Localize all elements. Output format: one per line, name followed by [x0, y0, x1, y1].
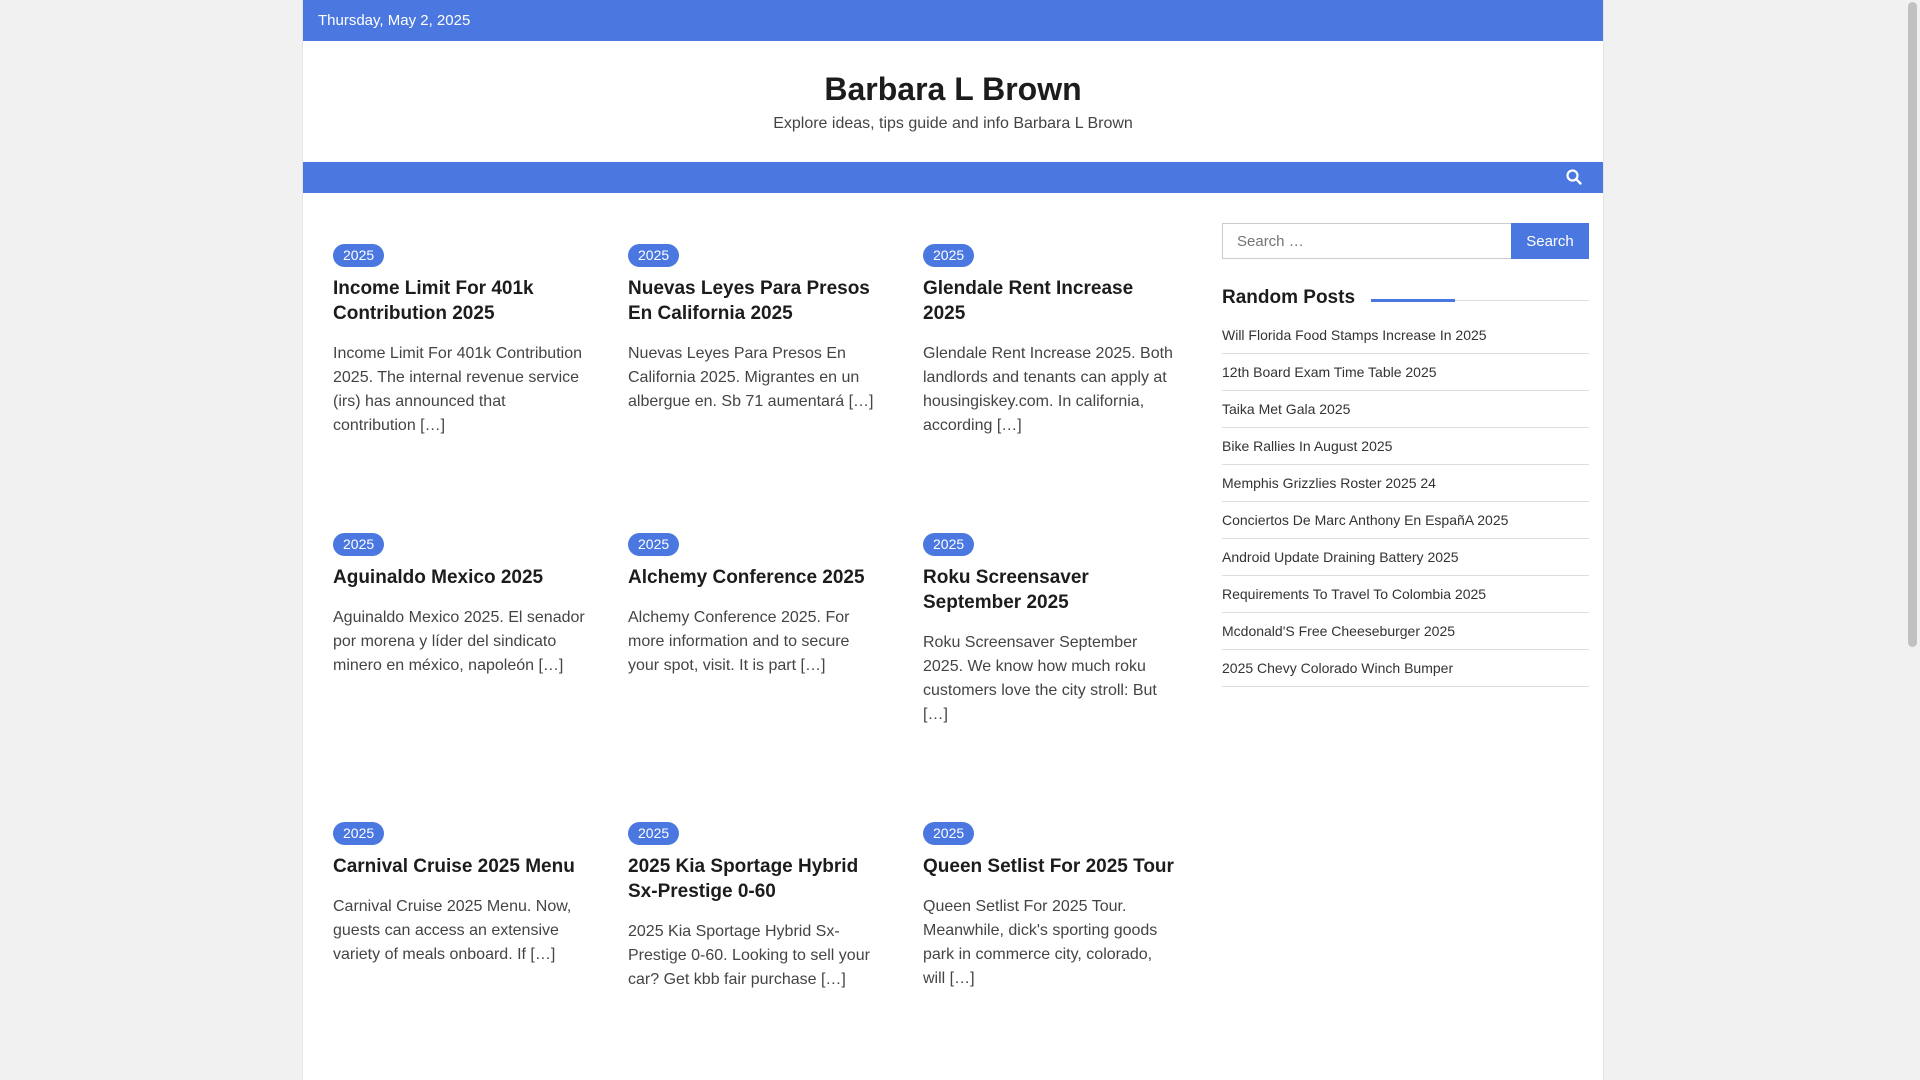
category-badge[interactable]: 2025 — [628, 244, 680, 267]
category-badge[interactable]: 2025 — [923, 822, 975, 845]
post-excerpt: Aguinaldo Mexico 2025. El senador por mo… — [333, 609, 585, 674]
random-post-link[interactable]: Bike Rallies In August 2025 — [1222, 428, 1589, 465]
post-excerpt: Carnival Cruise 2025 Menu. Now, guests c… — [333, 898, 572, 963]
post-title[interactable]: 2025 Kia Sportage Hybrid Sx-Prestige 0-6… — [628, 854, 883, 904]
category-badge[interactable]: 2025 — [628, 533, 680, 556]
post-title[interactable]: Nuevas Leyes Para Presos En California 2… — [628, 276, 883, 326]
random-post-link[interactable]: 2025 Chevy Colorado Winch Bumper — [1222, 650, 1589, 687]
post-title[interactable]: Income Limit For 401k Contribution 2025 — [333, 276, 588, 326]
title-accent-line — [1371, 298, 1456, 302]
site-branding: Barbara L Brown Explore ideas, tips guid… — [303, 41, 1603, 162]
post-card: 2025 2025 Kia Sportage Hybrid Sx-Prestig… — [628, 822, 883, 992]
scrollbar-thumb[interactable] — [1908, 2, 1917, 647]
post-card: 2025 Aguinaldo Mexico 2025 Aguinaldo Mex… — [333, 533, 588, 678]
random-post-link[interactable]: Android Update Draining Battery 2025 — [1222, 539, 1589, 576]
top-bar: Thursday, May 2, 2025 — [303, 0, 1603, 41]
category-badge[interactable]: 2025 — [333, 244, 385, 267]
main-navigation — [303, 162, 1603, 193]
post-card: 2025 Roku Screensaver September 2025 Rok… — [923, 533, 1178, 727]
random-post-link[interactable]: 12th Board Exam Time Table 2025 — [1222, 354, 1589, 391]
random-posts-heading: Random Posts — [1222, 287, 1356, 308]
random-post-link[interactable]: Will Florida Food Stamps Increase In 202… — [1222, 317, 1589, 354]
category-badge[interactable]: 2025 — [333, 822, 385, 845]
sidebar-search-form: Search — [1222, 223, 1589, 259]
post-title[interactable]: Aguinaldo Mexico 2025 — [333, 565, 588, 590]
post-excerpt: Alchemy Conference 2025. For more inform… — [628, 609, 850, 674]
post-excerpt: Nuevas Leyes Para Presos En California 2… — [628, 345, 874, 410]
post-excerpt: 2025 Kia Sportage Hybrid Sx-Prestige 0-6… — [628, 923, 870, 988]
random-post-link[interactable]: Memphis Grizzlies Roster 2025 24 — [1222, 465, 1589, 502]
post-card: 2025 Queen Setlist For 2025 Tour Queen S… — [923, 822, 1178, 991]
post-card: 2025 Carnival Cruise 2025 Menu Carnival … — [333, 822, 588, 967]
post-excerpt: Income Limit For 401k Contribution 2025.… — [333, 345, 582, 434]
post-card: 2025 Alchemy Conference 2025 Alchemy Con… — [628, 533, 883, 678]
post-title[interactable]: Alchemy Conference 2025 — [628, 565, 883, 590]
title-divider — [1455, 299, 1589, 301]
search-button[interactable]: Search — [1511, 223, 1589, 259]
random-post-link[interactable]: Mcdonald'S Free Cheeseburger 2025 — [1222, 613, 1589, 650]
post-title[interactable]: Queen Setlist For 2025 Tour — [923, 854, 1178, 879]
random-post-link[interactable]: Taika Met Gala 2025 — [1222, 391, 1589, 428]
random-posts-widget-title: Random Posts — [1222, 287, 1589, 309]
post-excerpt: Roku Screensaver September 2025. We know… — [923, 634, 1157, 723]
search-icon[interactable] — [1565, 168, 1583, 186]
site-description: Explore ideas, tips guide and info Barba… — [773, 115, 1133, 132]
post-title[interactable]: Glendale Rent Increase 2025 — [923, 276, 1178, 326]
post-card: 2025 Income Limit For 401k Contribution … — [333, 244, 588, 438]
post-excerpt: Queen Setlist For 2025 Tour. Meanwhile, … — [923, 898, 1158, 987]
category-badge[interactable]: 2025 — [923, 244, 975, 267]
category-badge[interactable]: 2025 — [333, 533, 385, 556]
vertical-scrollbar[interactable] — [1905, 0, 1920, 1080]
current-date: Thursday, May 2, 2025 — [318, 12, 471, 29]
random-post-link[interactable]: Conciertos De Marc Anthony En EspañA 202… — [1222, 502, 1589, 539]
category-badge[interactable]: 2025 — [923, 533, 975, 556]
post-excerpt: Glendale Rent Increase 2025. Both landlo… — [923, 345, 1173, 434]
post-card: 2025 Glendale Rent Increase 2025 Glendal… — [923, 244, 1178, 438]
post-card: 2025 Nuevas Leyes Para Presos En Califor… — [628, 244, 883, 414]
post-title[interactable]: Carnival Cruise 2025 Menu — [333, 854, 588, 879]
site-title[interactable]: Barbara L Brown — [303, 41, 1603, 109]
sidebar: Search Random Posts Will Florida Food St… — [1222, 223, 1589, 687]
post-title[interactable]: Roku Screensaver September 2025 — [923, 565, 1178, 615]
search-input[interactable] — [1222, 223, 1511, 259]
page: Thursday, May 2, 2025 Barbara L Brown Ex… — [302, 0, 1604, 1080]
random-post-link[interactable]: Requirements To Travel To Colombia 2025 — [1222, 576, 1589, 613]
category-badge[interactable]: 2025 — [628, 822, 680, 845]
random-posts-list: Will Florida Food Stamps Increase In 202… — [1222, 317, 1589, 687]
